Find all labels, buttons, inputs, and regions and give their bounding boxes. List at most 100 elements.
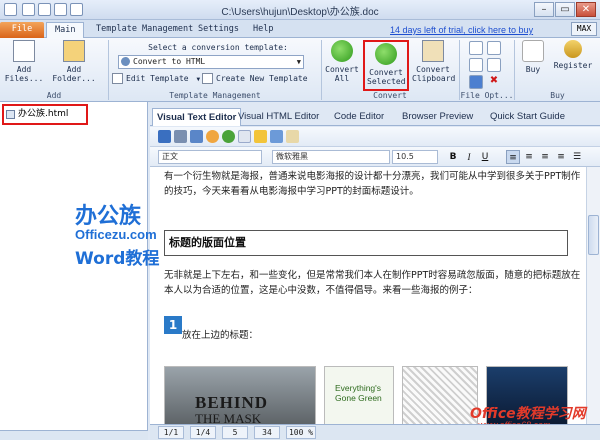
file-save-icon[interactable] — [469, 58, 483, 72]
redo-icon[interactable] — [222, 130, 235, 143]
paragraph: 无非就是上下左右，和一些变化，但是常常我们本人在制作PPT时容易疏忽版面，随意的… — [164, 270, 581, 296]
cut-icon[interactable] — [238, 130, 251, 143]
buy-button[interactable]: Buy — [518, 40, 548, 74]
add-folder-button[interactable]: Add Folder... — [50, 40, 98, 83]
search-icon[interactable] — [190, 130, 203, 143]
trial-link[interactable]: 14 days left of trial, click here to buy — [390, 25, 533, 35]
format-toolbar: 正文 微软雅黑 10.5 B I U ≡ ≡ ≡ ≡ ☰ — [150, 147, 600, 167]
create-template-label: Create New Template — [216, 74, 308, 83]
key-icon — [564, 40, 582, 58]
add-file-icon — [13, 40, 35, 62]
align-right-icon[interactable]: ≡ — [538, 150, 552, 164]
watermark-word: Word教程 — [75, 249, 160, 269]
justify-icon[interactable]: ≡ — [554, 150, 568, 164]
bold-button[interactable]: B — [446, 150, 460, 164]
watermark-logo: 办公族 — [75, 204, 142, 229]
tab-visual-text-editor[interactable]: Visual Text Editor — [152, 108, 242, 126]
scroll-thumb[interactable] — [588, 215, 599, 255]
list-icon[interactable]: ☰ — [570, 150, 584, 164]
delete-icon[interactable]: ✖ — [487, 75, 501, 89]
poster-image: BEHIND THE MASK — [164, 366, 316, 424]
create-template-button[interactable]: Create New Template — [202, 72, 322, 85]
align-center-icon[interactable]: ≡ — [522, 150, 536, 164]
restore-button[interactable]: ▭ — [555, 2, 575, 17]
close-button[interactable]: ✕ — [576, 2, 596, 17]
font-select[interactable]: 微软雅黑 — [272, 150, 390, 164]
poster-image: Everything's Gone Green — [324, 366, 394, 424]
save-icon[interactable] — [158, 130, 171, 143]
font-size-select[interactable]: 10.5 — [392, 150, 438, 164]
tab-browser-preview[interactable]: Browser Preview — [398, 108, 477, 126]
register-button[interactable]: Register — [550, 40, 596, 70]
tab-file[interactable]: File — [0, 22, 44, 38]
convert-all-label: Convert All — [325, 65, 359, 83]
file-name: 办公族.html — [18, 109, 69, 119]
left-status-bar — [0, 430, 148, 440]
edit-template-button[interactable]: Edit Template ▼ — [112, 72, 212, 85]
convert-clipboard-button[interactable]: Convert Clipboard — [412, 40, 456, 83]
add-files-label: Add Files... — [4, 65, 44, 83]
max-button[interactable]: MAX — [571, 22, 597, 36]
edit-icon — [112, 73, 123, 84]
cart-icon — [522, 40, 544, 62]
file-open-icon[interactable] — [487, 58, 501, 72]
template-group-label: Template Management — [169, 91, 261, 100]
convert-selected-icon — [375, 43, 397, 65]
tab-template-management[interactable]: Template Management — [88, 22, 201, 38]
file-options-group-label: File Opt... — [460, 91, 514, 100]
poster-title: BEHIND — [195, 393, 269, 412]
tab-visual-html-editor[interactable]: Visual HTML Editor — [234, 108, 323, 126]
status-column: 34 — [254, 426, 280, 439]
tab-code-editor[interactable]: Code Editor — [330, 108, 388, 126]
status-zoom: 100 % — [286, 426, 316, 439]
ribbon-tab-bar: File Main Template Management Settings H… — [0, 20, 600, 38]
convert-group-label: Convert — [373, 91, 407, 100]
tab-quick-start-guide[interactable]: Quick Start Guide — [486, 108, 569, 126]
tab-main[interactable]: Main — [46, 22, 85, 38]
underline-button[interactable]: U — [478, 150, 492, 164]
file-checkbox[interactable] — [6, 110, 15, 119]
editor-toolbar — [150, 127, 600, 147]
italic-button[interactable]: I — [462, 150, 476, 164]
document-editor[interactable]: 有一个衍生物就是海报，普通来说电影海报的设计都十分漂亮，我们可能从中学到很多关于… — [150, 167, 586, 424]
poster-image — [402, 366, 478, 424]
paste-icon[interactable] — [286, 130, 299, 143]
align-left-icon[interactable]: ≡ — [506, 150, 520, 164]
minimize-button[interactable]: – — [534, 2, 554, 17]
title-bar: C:\Users\hujun\Desktop\办公族.doc – ▭ ✕ — [0, 0, 600, 20]
edit-template-label: Edit Template — [126, 74, 189, 83]
add-files-button[interactable]: Add Files... — [4, 40, 44, 83]
add-folder-icon — [63, 40, 85, 62]
register-label: Register — [553, 61, 593, 70]
undo-icon[interactable] — [206, 130, 219, 143]
tab-settings[interactable]: Settings — [190, 22, 247, 38]
template-icon — [121, 57, 130, 66]
vertical-scrollbar[interactable] — [586, 167, 600, 424]
monitor-icon[interactable] — [469, 75, 483, 89]
convert-clipboard-label: Convert Clipboard — [412, 65, 456, 83]
paragraph: 有一个衍生物就是海报，普通来说电影海报的设计都十分漂亮，我们可能从中学到很多关于… — [164, 171, 581, 197]
template-select-caption: Select a conversion template: — [148, 43, 288, 52]
file-list-item[interactable]: 办公族.html — [2, 104, 88, 125]
watermark-site: Officezu.com — [75, 227, 157, 242]
chevron-down-icon[interactable]: ▼ — [297, 56, 301, 68]
tab-help[interactable]: Help — [245, 22, 281, 38]
file-edit-icon[interactable] — [469, 41, 483, 55]
status-section: 1/4 — [190, 426, 216, 439]
list-item: 放在上边的标题： — [182, 330, 259, 341]
convert-all-icon — [331, 40, 353, 62]
document-heading: 标题的版面位置 — [164, 230, 568, 256]
buy-label: Buy — [525, 65, 541, 74]
style-select[interactable]: 正文 — [158, 150, 262, 164]
print-icon[interactable] — [174, 130, 187, 143]
add-group-label: Add — [46, 91, 62, 100]
star-icon[interactable] — [254, 130, 267, 143]
file-copy-icon[interactable] — [487, 41, 501, 55]
separator — [108, 40, 109, 100]
copy-icon[interactable] — [270, 130, 283, 143]
convert-all-button[interactable]: Convert All — [323, 40, 361, 83]
template-select[interactable]: Convert to HTML ▼ — [118, 55, 304, 69]
convert-selected-button[interactable]: Convert Selected — [363, 40, 409, 91]
window-title: C:\Users\hujun\Desktop\办公族.doc — [221, 7, 379, 18]
convert-selected-label: Convert Selected — [367, 68, 406, 86]
